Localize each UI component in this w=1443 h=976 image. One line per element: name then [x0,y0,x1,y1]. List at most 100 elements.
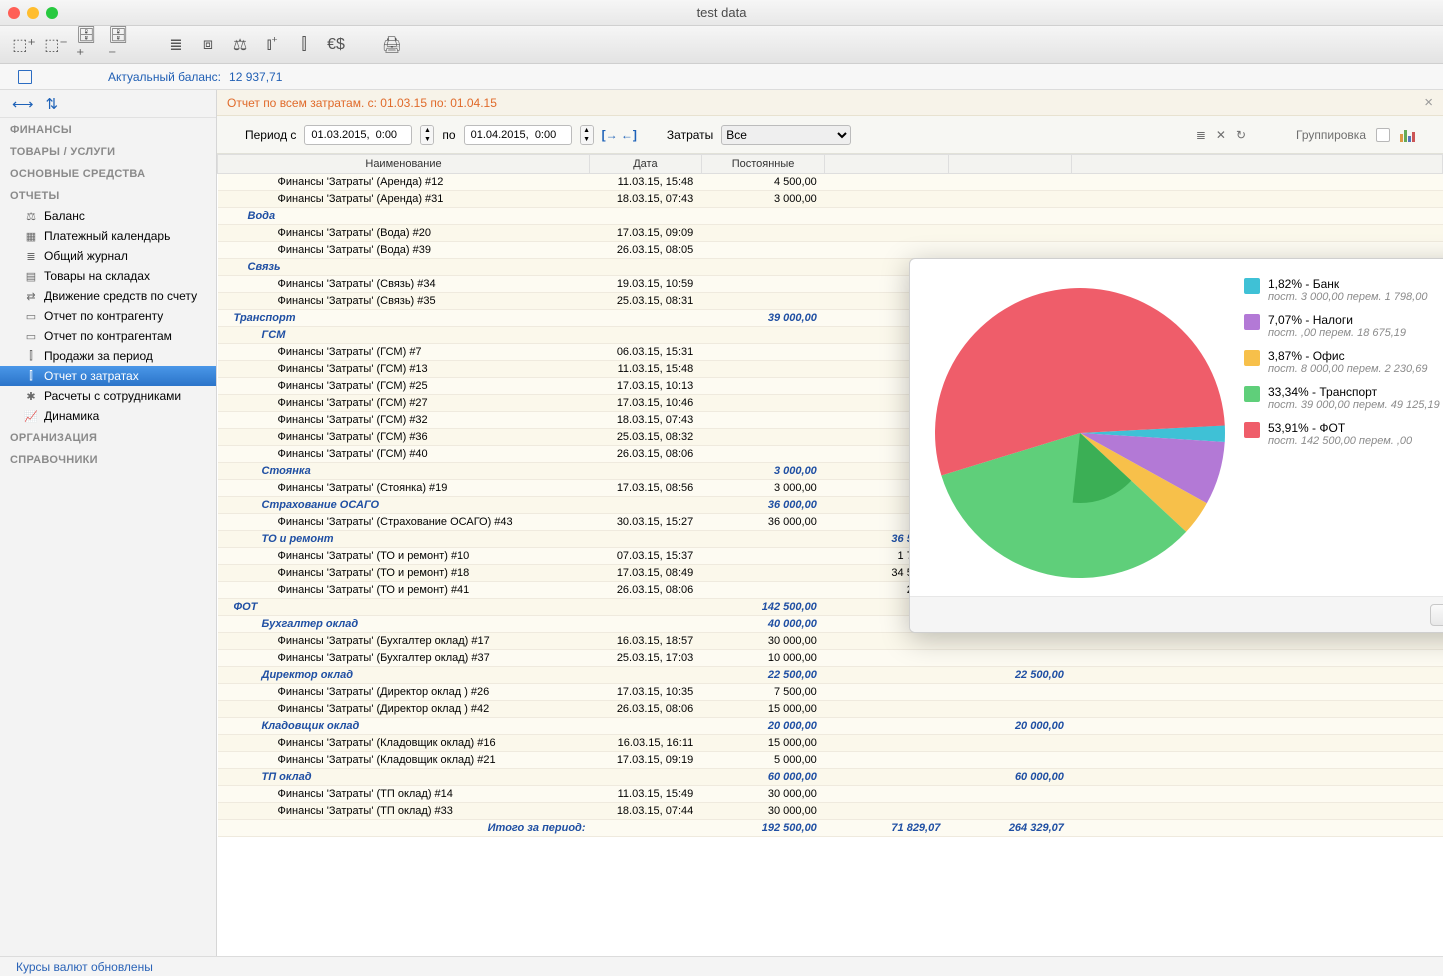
group-checkbox[interactable] [1376,128,1390,142]
table-row[interactable]: Кладовщик оклад20 000,0020 000,00 [218,718,1443,735]
table-row[interactable]: Финансы 'Затраты' (Директор оклад ) #261… [218,684,1443,701]
sidebar-item-4[interactable]: ⇄Движение средств по счету [0,286,216,306]
sidebar-item-10[interactable]: 📈Динамика [0,406,216,426]
sidebar-head-goods[interactable]: ТОВАРЫ / УСЛУГИ [0,140,216,162]
sidebar-item-icon: ✱ [24,390,38,403]
table-row[interactable]: Финансы 'Затраты' (ТП оклад) #1411.03.15… [218,786,1443,803]
toolbar-chart1-icon[interactable]: ⧈ [196,33,220,57]
legend-sub: пост. ,00 перем. 18 675,19 [1268,327,1406,339]
table-row[interactable]: Вода [218,208,1443,225]
sidebar-item-3[interactable]: ▤Товары на складах [0,266,216,286]
sidebar-item-8[interactable]: ⫿ Отчет о затратах [0,366,216,386]
col-header[interactable]: Наименование [218,155,590,174]
sidebar-item-icon: ⚖ [24,210,38,223]
table-row[interactable]: Финансы 'Затраты' (Бухгалтер оклад) #171… [218,633,1443,650]
chart-toggle-icon[interactable] [1400,128,1415,142]
legend-item: 3,87% - Офиспост. 8 000,00 перем. 2 230,… [1244,349,1443,375]
sidebar-head-assets[interactable]: ОСНОВНЫЕ СРЕДСТВА [0,162,216,184]
toolbar-bars-icon[interactable]: ⫿ [292,33,316,57]
sidebar-item-icon: ▦ [24,230,38,243]
sidebar-item-icon: ⫿ [24,370,38,383]
legend-sub: пост. 142 500,00 перем. ,00 [1268,435,1412,447]
table-row[interactable]: Финансы 'Затраты' (Бухгалтер оклад) #372… [218,650,1443,667]
close-x-icon[interactable]: ✕ [1216,128,1226,142]
sidebar-item-label: Баланс [44,209,85,223]
sidebar-tool-2[interactable]: ⇅ [46,95,59,113]
toolbar-balance-icon[interactable]: ⚖ [228,33,252,57]
table-row[interactable]: Финансы 'Затраты' (ТП оклад) #3318.03.15… [218,803,1443,820]
table-row[interactable]: Финансы 'Затраты' (Кладовщик оклад) #161… [218,735,1443,752]
table-row[interactable]: Финансы 'Затраты' (Директор оклад ) #422… [218,701,1443,718]
legend-swatch [1244,422,1260,438]
window-title: test data [0,5,1443,20]
toolbar-btn-2[interactable]: ⬚⁻ [44,33,68,57]
sidebar-item-label: Отчет по контрагенту [44,309,163,323]
sidebar-tool-1[interactable]: ⟷ [12,95,34,113]
sidebar-item-label: Динамика [44,409,99,423]
refresh-icon[interactable]: ↻ [1236,128,1246,142]
toolbar-btn-3[interactable]: 🗄⁺ [76,33,100,57]
sidebar-head-reports[interactable]: ОТЧЕТЫ [0,184,216,206]
report-caption-text: Отчет по всем затратам. с: 01.03.15 по: … [227,96,497,110]
col-header[interactable]: Дата [590,155,702,174]
col-header[interactable]: Постоянные [701,155,825,174]
balance-value: 12 937,71 [229,70,282,84]
legend-title: 7,07% - Налоги [1268,313,1406,327]
table-row[interactable]: Директор оклад22 500,0022 500,00 [218,667,1443,684]
table-row[interactable]: Финансы 'Затраты' (Вода) #2017.03.15, 09… [218,225,1443,242]
sidebar-item-2[interactable]: ≣Общий журнал [0,246,216,266]
close-report-icon[interactable]: × [1424,94,1433,111]
cost-select[interactable]: Все [721,125,851,145]
toolbar-btn-1[interactable]: ⬚⁺ [12,33,36,57]
report-caption: Отчет по всем затратам. с: 01.03.15 по: … [217,90,1443,116]
panel-toggle-icon[interactable] [18,70,32,84]
toolbar-tree-icon[interactable]: ⫾⁺ [260,33,284,57]
sidebar-item-label: Отчет о затратах [44,369,139,383]
table-row[interactable]: Финансы 'Затраты' (Кладовщик оклад) #211… [218,752,1443,769]
sidebar-item-icon: ⫿ [24,350,38,363]
sidebar-item-9[interactable]: ✱Расчеты с сотрудниками [0,386,216,406]
date-from-input[interactable] [304,125,412,145]
legend-sub: пост. 8 000,00 перем. 2 230,69 [1268,363,1427,375]
sidebar-item-5[interactable]: ▭Отчет по контрагенту [0,306,216,326]
view-lines-icon[interactable]: ≣ [1196,128,1206,142]
date-shrink-icon[interactable]: [→ ←] [602,128,637,142]
date-to-input[interactable] [464,125,572,145]
toolbar-currency-icon[interactable]: €$ [324,33,348,57]
toolbar-print-icon[interactable]: 🖨 [380,33,404,57]
col-header[interactable] [948,155,1072,174]
close-chart-button[interactable]: Закрыть [1430,604,1443,626]
sidebar-item-7[interactable]: ⫿Продажи за период [0,346,216,366]
pie-chart [920,273,1240,592]
legend-sub: пост. 3 000,00 перем. 1 798,00 [1268,291,1427,303]
sidebar-item-label: Движение средств по счету [44,289,197,303]
table-row[interactable]: Финансы 'Затраты' (Аренда) #3118.03.15, … [218,191,1443,208]
balance-label: Актуальный баланс: [108,70,221,84]
legend-swatch [1244,278,1260,294]
status-text: Курсы валют обновлены [16,960,153,974]
sidebar-item-label: Отчет по контрагентам [44,329,172,343]
toolbar-btn-4[interactable]: 🗄⁻ [108,33,132,57]
date-from-stepper[interactable]: ▲▼ [420,125,434,145]
sidebar-item-6[interactable]: ▭Отчет по контрагентам [0,326,216,346]
legend-swatch [1244,350,1260,366]
sidebar-item-1[interactable]: ▦Платежный календарь [0,226,216,246]
legend-item: 7,07% - Налогипост. ,00 перем. 18 675,19 [1244,313,1443,339]
group-label: Группировка [1296,128,1366,142]
toolbar-list-icon[interactable]: ≣ [164,33,188,57]
main-toolbar: ⬚⁺ ⬚⁻ 🗄⁺ 🗄⁻ ≣ ⧈ ⚖ ⫾⁺ ⫿ €$ 🖨 [0,26,1443,64]
sidebar-head-finance[interactable]: ФИНАНСЫ [0,118,216,140]
legend-title: 3,87% - Офис [1268,349,1427,363]
sidebar-head-ref[interactable]: СПРАВОЧНИКИ [0,448,216,470]
sidebar-item-label: Общий журнал [44,249,128,263]
total-row: Итого за период:192 500,0071 829,07264 3… [218,820,1443,837]
table-row[interactable]: Финансы 'Затраты' (Вода) #3926.03.15, 08… [218,242,1443,259]
sidebar-head-org[interactable]: ОРГАНИЗАЦИЯ [0,426,216,448]
table-row[interactable]: ТП оклад60 000,0060 000,00 [218,769,1443,786]
table-row[interactable]: Финансы 'Затраты' (Аренда) #1211.03.15, … [218,174,1443,191]
sidebar-item-0[interactable]: ⚖ Баланс [0,206,216,226]
legend-title: 1,82% - Банк [1268,277,1427,291]
col-header[interactable] [825,155,949,174]
date-to-stepper[interactable]: ▲▼ [580,125,594,145]
status-bar: Курсы валют обновлены [0,956,1443,976]
